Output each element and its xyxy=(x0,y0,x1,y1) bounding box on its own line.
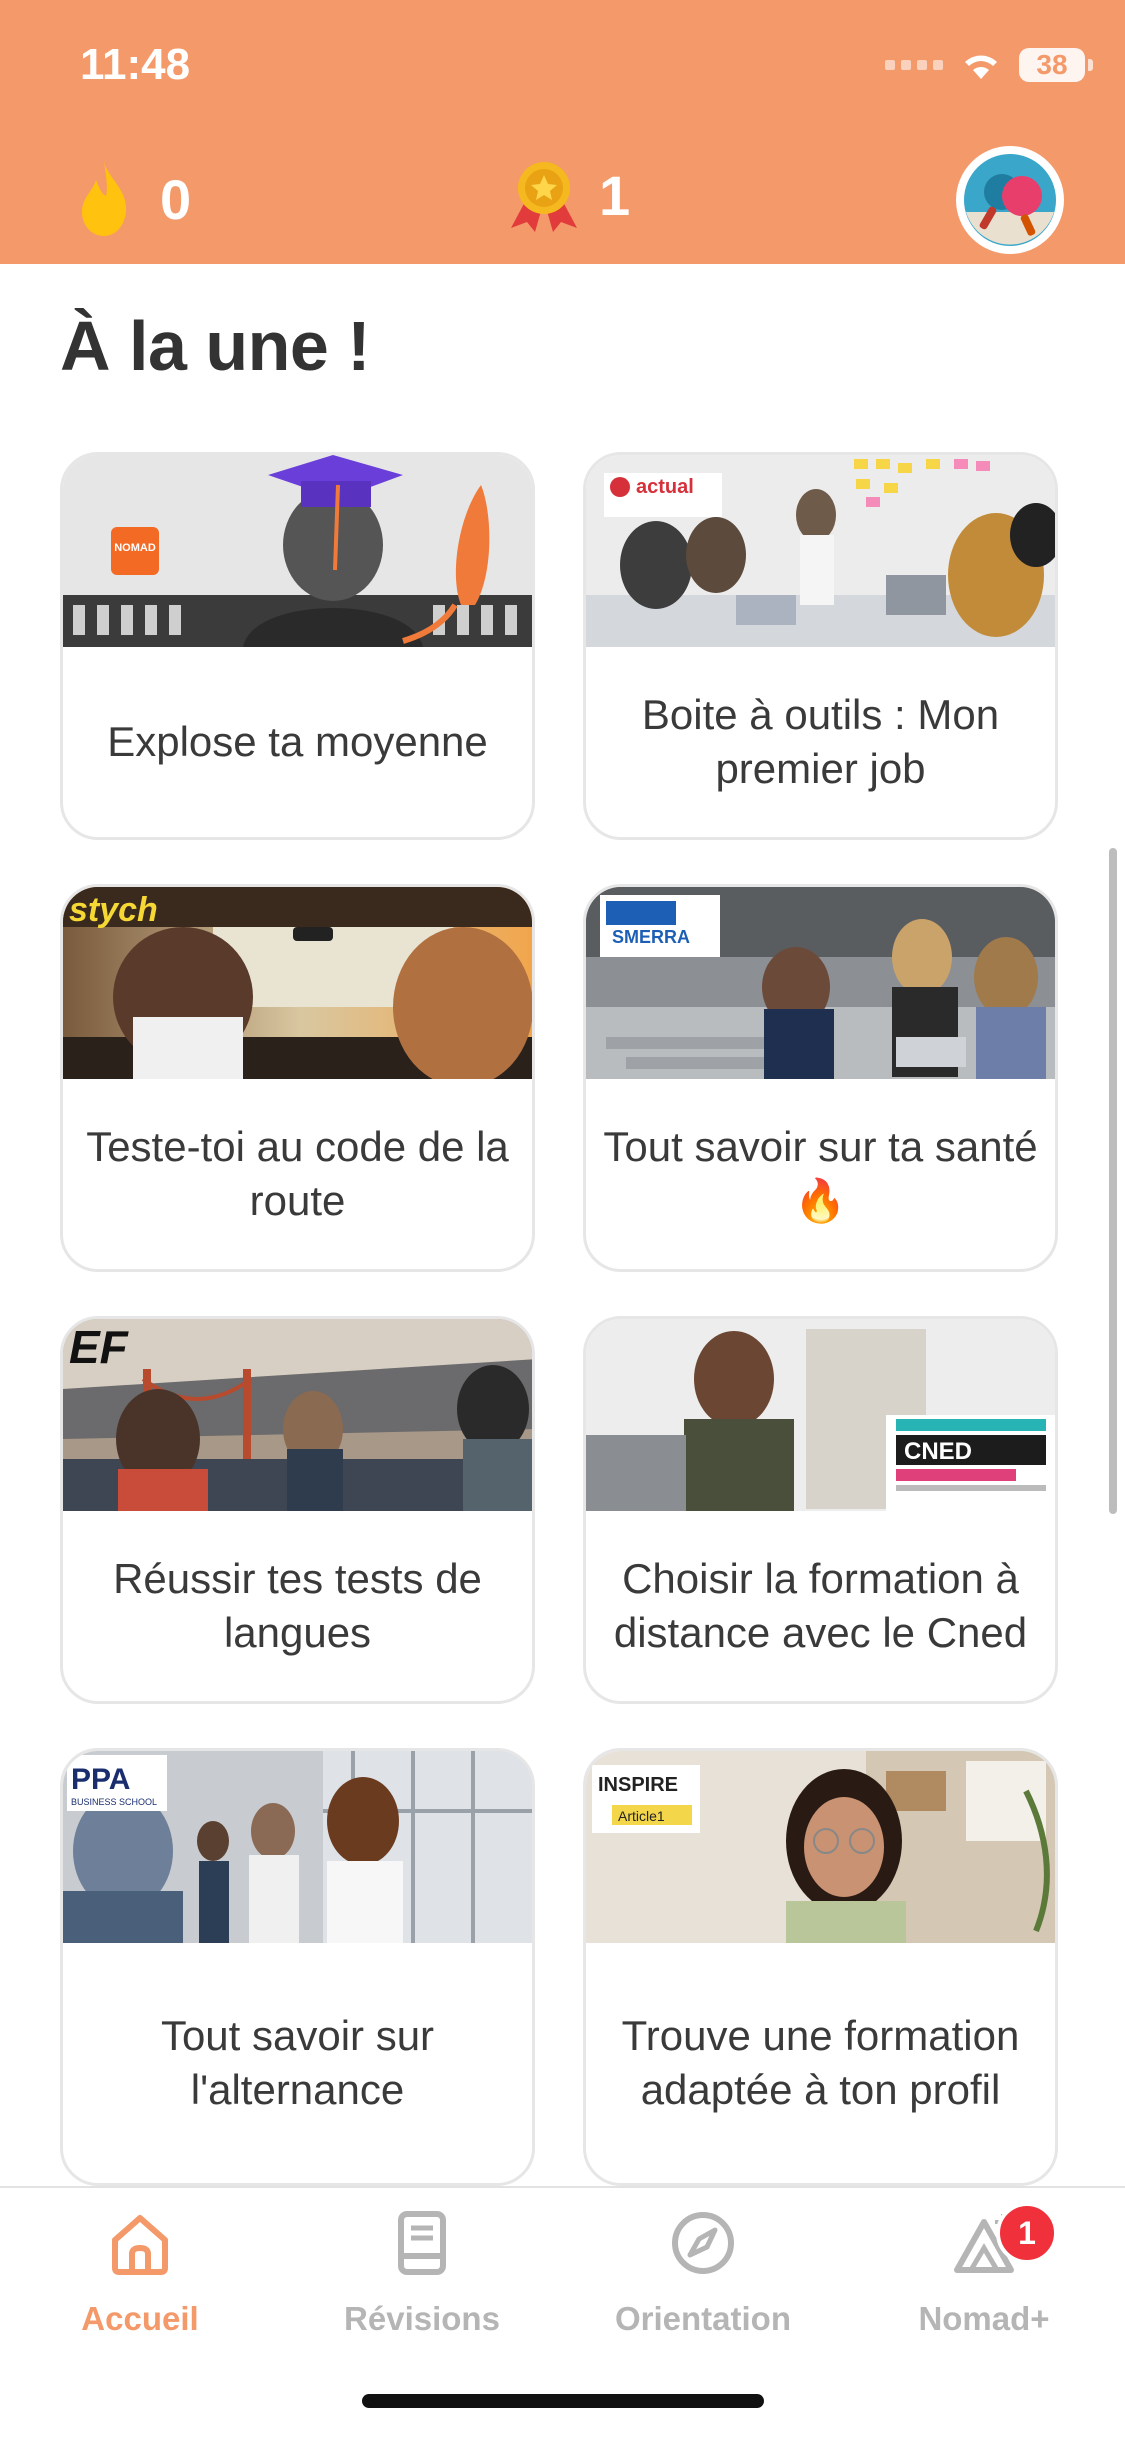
tab-label: Accueil xyxy=(81,2300,199,2337)
wifi-icon xyxy=(965,55,997,79)
card-label: Trouve une formation adaptée à ton profi… xyxy=(621,2012,1020,2113)
tab-label: Nomad+ xyxy=(918,2300,1050,2337)
card-trouve-une-formation[interactable]: INSPIRE Article1 Trouve une formation ad… xyxy=(583,1748,1058,2186)
card-label: Tout savoir sur l'alternance xyxy=(160,2012,435,2113)
tab-accueil[interactable]: Accueil xyxy=(40,2208,240,2338)
svg-text:SMERRA: SMERRA xyxy=(612,927,690,947)
card-alternance[interactable]: PPA BUSINESS SCHOOL Tout savoir sur l'al… xyxy=(60,1748,535,2186)
medal-icon xyxy=(511,162,577,232)
home-icon xyxy=(112,2215,168,2275)
battery-icon: 38 xyxy=(1019,48,1093,82)
card-image: stych xyxy=(63,887,532,1079)
status-time: 11:48 xyxy=(80,40,191,89)
card-image: CNED xyxy=(586,1319,1055,1511)
medal-count: 1 xyxy=(599,163,631,227)
svg-text:EF: EF xyxy=(69,1321,130,1373)
card-image: PPA BUSINESS SCHOOL xyxy=(63,1751,532,1943)
tab-label: Révisions xyxy=(344,2300,500,2337)
streak-count: 0 xyxy=(160,167,192,231)
svg-text:PPA: PPA xyxy=(71,1763,130,1796)
card-cned[interactable]: CNED Choisir la formation à distance ave… xyxy=(583,1316,1058,1704)
book-icon xyxy=(398,2211,446,2275)
svg-text:actual: actual xyxy=(636,476,694,498)
card-boite-a-outils[interactable]: actual Boite à outils : Mon premier job xyxy=(583,452,1058,840)
svg-text:NOMAD: NOMAD xyxy=(114,542,156,554)
tab-nomad-plus[interactable]: 1 Nomad+ xyxy=(884,2202,1084,2338)
card-image: actual xyxy=(586,455,1055,647)
card-label: Choisir la formation à distance avec le … xyxy=(613,1555,1028,1656)
profile-avatar[interactable] xyxy=(956,146,1064,254)
medal-counter[interactable]: 1 xyxy=(505,158,630,232)
svg-text:BUSINESS SCHOOL: BUSINESS SCHOOL xyxy=(71,1797,157,1807)
section-title: À la une ! xyxy=(60,307,371,385)
streak-counter[interactable]: 0 xyxy=(78,160,191,238)
card-image: SMERRA xyxy=(586,887,1055,1079)
compass-icon xyxy=(672,2212,734,2274)
ping-pong-avatar-icon xyxy=(964,154,1056,246)
card-image: INSPIRE Article1 xyxy=(586,1751,1055,1943)
bottom-tab-bar: Accueil Révisions Orientation 1 Nomad+ xyxy=(0,2186,1125,2438)
card-image: EF xyxy=(63,1319,532,1511)
signal-icon xyxy=(885,60,943,70)
svg-text:stych: stych xyxy=(69,891,158,929)
home-indicator[interactable] xyxy=(362,2394,764,2408)
card-image: NOMAD xyxy=(63,455,532,647)
status-icons: 38 xyxy=(885,48,1093,82)
battery-level: 38 xyxy=(1036,49,1068,80)
tab-revisions[interactable]: Révisions xyxy=(322,2208,522,2338)
card-label: Réussir tes tests de langues xyxy=(113,1555,482,1656)
svg-text:Article1: Article1 xyxy=(618,1808,665,1824)
card-label: Explose ta moyenne xyxy=(107,718,488,765)
tab-label: Orientation xyxy=(614,2300,791,2337)
flame-icon xyxy=(82,162,127,236)
svg-text:CNED: CNED xyxy=(904,1438,972,1465)
scrollbar[interactable] xyxy=(1109,848,1117,1514)
app-header: 11:48 38 0 1 xyxy=(0,0,1125,264)
card-explose-ta-moyenne[interactable]: NOMAD Explose ta moyenne xyxy=(60,452,535,840)
card-code-de-la-route[interactable]: stych Teste-toi au code de la route xyxy=(60,884,535,1272)
card-sante[interactable]: SMERRA Tout savoir sur ta santé 🔥 xyxy=(583,884,1058,1272)
card-tests-de-langues[interactable]: EF Réussir tes tests de langues xyxy=(60,1316,535,1704)
card-label: Boite à outils : Mon premier job xyxy=(641,691,1000,792)
svg-text:INSPIRE: INSPIRE xyxy=(598,1774,678,1796)
card-label: Tout savoir sur ta santé 🔥 xyxy=(603,1123,1038,1224)
notification-badge: 1 xyxy=(996,2202,1058,2264)
card-label: Teste-toi au code de la route xyxy=(86,1123,509,1224)
tab-orientation[interactable]: Orientation xyxy=(603,2208,803,2338)
